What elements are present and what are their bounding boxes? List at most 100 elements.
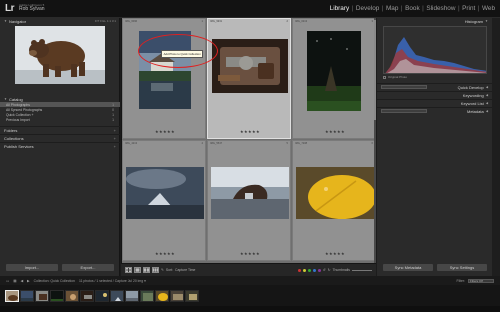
module-develop[interactable]: Develop [355,5,380,12]
catalog-item[interactable]: Previous Import 1 [0,117,120,122]
star-rating[interactable]: ★★★★★ [208,251,292,256]
module-web[interactable]: Web [481,5,496,12]
add-icon[interactable]: + [114,128,116,133]
survey-view-icon[interactable] [152,267,159,273]
photo-thumbnail[interactable] [212,39,288,93]
photo-thumbnail[interactable] [307,31,361,111]
grid-icon[interactable]: ▦ [13,279,16,283]
filmstrip-thumbnail[interactable] [110,289,124,302]
navigator-preview[interactable] [15,26,105,84]
filmstrip-thumbnail[interactable] [50,289,64,302]
navigator-zoom-options[interactable]: FIT FILL 1:1 3:1 [95,19,116,23]
filmstrip-thumbnail[interactable] [170,289,184,302]
collections-header[interactable]: Collections + [0,134,120,141]
metadata-row[interactable]: Metadata ◀ [377,107,492,114]
metadata-preset-select[interactable] [381,109,427,113]
label-red-icon[interactable] [297,268,301,272]
catalog-item-label: All Synced Photographs [6,107,43,112]
catalog-item-count: 1 [112,102,114,107]
add-icon[interactable]: + [114,144,116,149]
photo-thumbnail[interactable] [296,167,374,219]
rotate-left-icon[interactable]: ↺ [323,268,326,272]
sync-metadata-button[interactable]: Sync Metadata [383,264,433,271]
rotate-right-icon[interactable]: ↻ [328,268,331,272]
cell-index: 3 [371,20,373,23]
cell-metadata: IMG_7208 [295,142,308,145]
filmstrip-thumbnail[interactable] [35,289,49,302]
filmstrip-thumbnail[interactable] [65,289,79,302]
module-map[interactable]: Map [385,5,399,12]
folders-header[interactable]: Folders + [0,126,120,133]
cell-index: 6 [371,142,373,145]
module-slideshow[interactable]: Slideshow [425,5,456,12]
catalog-title: Catalog [8,96,23,102]
import-button[interactable]: Import... [6,264,58,271]
forward-arrow-icon[interactable]: ▶ [27,279,30,283]
cell-metadata: IMG_6096 [125,20,138,23]
grid-cell[interactable]: IMG_7208 6 ★★★★★ [292,140,375,261]
publish-services-title: Publish Services [4,143,34,149]
module-print[interactable]: Print [461,5,476,12]
filmstrip-thumbnail[interactable] [20,289,34,302]
thumbnails-label: Thumbnails [332,268,350,272]
navigator-header[interactable]: ▼ Navigator FIT FILL 1:1 3:1 [0,18,120,24]
grid-scrollbar-thumb[interactable] [374,20,376,120]
folders-title: Folders [4,127,18,133]
filmstrip-thumbnail[interactable] [140,289,154,302]
preset-select[interactable] [381,85,427,89]
right-panel-edge[interactable] [492,18,500,276]
label-blue-icon[interactable] [312,268,316,272]
filmstrip-thumbnail[interactable] [80,289,94,302]
grid-cell[interactable]: IMG_5547 5 ★★★★★ [207,140,291,261]
quick-develop-row[interactable]: Quick Develop ◀ [377,83,492,90]
cell-index: 5 [286,142,288,145]
collections-title: Collections [4,135,24,141]
loupe-view-icon[interactable] [134,267,141,273]
module-book[interactable]: Book [404,5,421,12]
label-purple-icon[interactable] [317,268,321,272]
compare-view-icon[interactable] [143,267,150,273]
filmstrip-source[interactable]: Collection: Quick Collection [34,279,75,283]
keyword-list-row[interactable]: Keyword List ◀ [377,99,492,106]
night-sky-image [307,31,361,111]
star-rating[interactable]: ★★★★★ [293,129,375,134]
sort-value[interactable]: Capture Time [175,268,195,272]
sync-settings-button[interactable]: Sync Settings [437,264,487,271]
grid-cell-selected[interactable]: IMG_9931 2 ★★★★★ [207,18,291,139]
thumbnail-size-slider[interactable] [352,269,372,271]
original-photo-checkbox[interactable] [383,75,386,79]
add-icon[interactable]: + [114,136,116,141]
filmstrip-thumbnail[interactable] [5,289,19,302]
cell-metadata: IMG_9931 [210,20,223,23]
histogram-header[interactable]: Histogram ▼ [377,18,492,24]
navigator-title: Navigator [8,18,27,24]
star-rating[interactable]: ★★★★★ [293,251,375,256]
sort-label: Sort: [165,268,174,272]
filmstrip-thumbnail[interactable] [185,289,199,302]
filmstrip-thumbnail[interactable] [95,289,109,302]
module-library[interactable]: Library [329,5,351,12]
grid-cell[interactable]: IMG_0213 3 ★★★★★ [292,18,375,139]
back-arrow-icon[interactable]: ◀ [20,279,23,283]
rock-arch-image [211,167,289,219]
filter-dropdown[interactable]: Filters Off [468,278,494,283]
painter-icon[interactable]: ✎ [161,268,164,272]
star-rating[interactable]: ★★★★★ [208,129,292,134]
filmstrip-header: ▭ ▦ ◀ ▶ Collection: Quick Collection 11 … [0,276,500,285]
keywording-row[interactable]: Keywording ◀ [377,91,492,98]
star-rating[interactable]: ★★★★★ [123,251,207,256]
grid-cell[interactable]: IMG_4213 4 ★★★★★ [122,140,206,261]
filmstrip-thumbnail[interactable] [125,289,139,302]
grid-toolbar: ✎ Sort: Capture Time ↺ ↻ Thumbnails [121,263,376,276]
export-button[interactable]: Export... [62,264,114,271]
label-yellow-icon[interactable] [302,268,306,272]
publish-services-header[interactable]: Publish Services + [0,142,120,149]
label-green-icon[interactable] [307,268,311,272]
second-window-icon[interactable]: ▭ [6,279,9,283]
photo-thumbnail[interactable] [126,167,204,219]
grid-view-icon[interactable] [125,267,132,273]
photo-thumbnail[interactable] [211,167,289,219]
histogram-chart[interactable] [383,26,487,74]
star-rating[interactable]: ★★★★★ [123,129,207,134]
filmstrip-thumbnail[interactable] [155,289,169,302]
